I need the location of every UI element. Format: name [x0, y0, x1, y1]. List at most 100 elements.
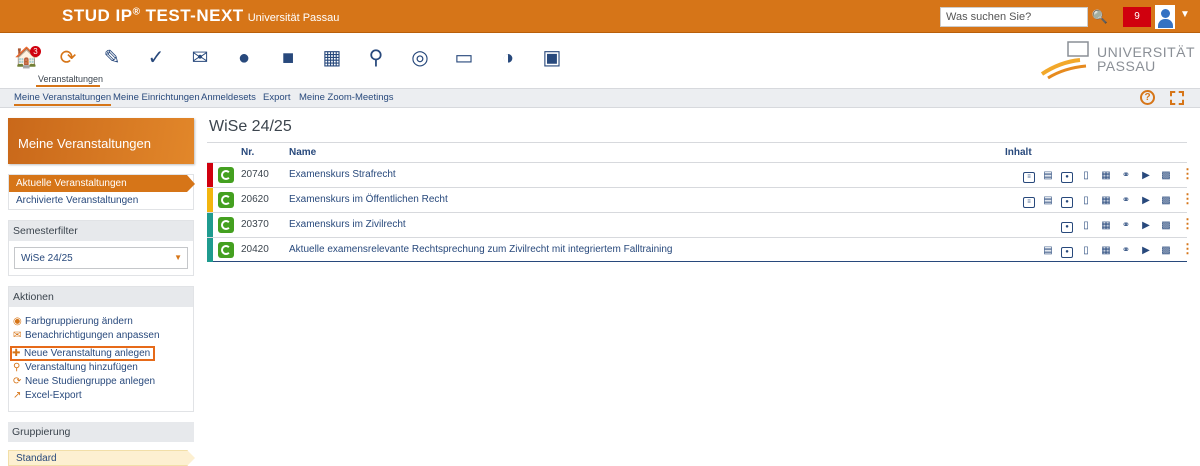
table-row: 20620 Examenskurs im Öffentlichen Recht …	[207, 187, 1194, 212]
play-icon[interactable]: ▶	[1139, 195, 1153, 207]
actions-list: ◉ Farbgruppierung ändern ✉ Benachrichtigun…	[9, 307, 193, 411]
nav-active-label[interactable]: Veranstaltungen	[38, 74, 103, 84]
avatar[interactable]	[1155, 5, 1175, 29]
course-name-link[interactable]: Examenskurs Strafrecht	[289, 169, 396, 180]
video-icon[interactable]: ▩	[1159, 195, 1173, 207]
column-name[interactable]: Name	[289, 147, 316, 158]
schedule-icon[interactable]: ▦	[1099, 245, 1113, 257]
more-options-icon[interactable]: ⋮	[1181, 217, 1194, 230]
course-number: 20370	[241, 219, 269, 230]
wiki-icon[interactable]: ⚭	[1119, 245, 1133, 257]
news-icon[interactable]: ≡	[1023, 172, 1035, 183]
files-icon[interactable]: ▯	[1079, 170, 1093, 182]
course-icon[interactable]	[218, 192, 234, 208]
course-name-link[interactable]: Examenskurs im Zivilrecht	[289, 219, 406, 230]
wiki-icon[interactable]: ⚭	[1119, 195, 1133, 207]
plus-icon: ✚	[12, 348, 21, 359]
color-group-stripe[interactable]	[207, 238, 213, 262]
course-name-link[interactable]: Aktuelle examensrelevante Rechtsprechung…	[289, 244, 673, 255]
search-button[interactable]: 🔍	[1089, 7, 1111, 27]
subnav-my-institutes[interactable]: Meine Einrichtungen	[113, 92, 200, 103]
actions-title: Aktionen	[9, 287, 193, 307]
help-icon[interactable]: ?	[1140, 90, 1155, 105]
stats-icon[interactable]: ◑	[496, 46, 520, 70]
action-label: Veranstaltung hinzufügen	[25, 362, 138, 373]
play-icon[interactable]: ▶	[1139, 220, 1153, 232]
play-icon[interactable]: ▶	[1139, 245, 1153, 257]
study-group-icon: ⟳	[13, 376, 22, 387]
action-notifications[interactable]: ✉ Benachrichtigungen anpassen	[13, 329, 193, 343]
subnav-zoom-meetings[interactable]: Meine Zoom-Meetings	[299, 92, 394, 103]
files-icon[interactable]: ▯	[1079, 195, 1093, 207]
participants-icon[interactable]: ●	[1061, 222, 1073, 233]
more-options-icon[interactable]: ⋮	[1181, 167, 1194, 180]
semester-select[interactable]: WiSe 24/25 ▼	[14, 247, 188, 269]
participants-icon[interactable]: ●	[1061, 197, 1073, 208]
course-icon[interactable]	[218, 167, 234, 183]
community-icon[interactable]: ✓	[144, 46, 168, 70]
courses-icon[interactable]: ⟳	[56, 46, 80, 70]
course-name-link[interactable]: Examenskurs im Öffentlichen Recht	[289, 194, 448, 205]
notification-counter[interactable]: 9	[1123, 7, 1151, 27]
fullscreen-icon[interactable]	[1170, 91, 1184, 105]
schedule-icon[interactable]: ✎	[100, 46, 124, 70]
grouping-standard[interactable]: Standard	[8, 450, 195, 466]
color-group-stripe[interactable]	[207, 213, 213, 237]
participants-icon[interactable]: ●	[1061, 172, 1073, 183]
global-search-input[interactable]	[940, 7, 1088, 27]
sidebar-views: Aktuelle Veranstaltungen Archivierte Ver…	[8, 174, 195, 210]
action-new-course[interactable]: ✚ Neue Veranstaltung anlegen	[10, 346, 156, 361]
course-content-icons: ≡ ▤ ● ▯ ▦ ⚭ ▶ ▩ ⋮	[1017, 167, 1194, 183]
card-icon[interactable]: ▭	[452, 46, 476, 70]
action-excel-export[interactable]: ↗ Excel-Export	[13, 389, 193, 403]
files-icon[interactable]: ▯	[1079, 220, 1093, 232]
files-icon[interactable]: ▯	[1079, 245, 1093, 257]
action-new-study-group[interactable]: ⟳ Neue Studiengruppe anlegen	[13, 375, 193, 389]
semester-filter-box: Semesterfilter WiSe 24/25 ▼	[8, 220, 194, 276]
instance-name: TEST-NEXT	[145, 6, 244, 25]
video-icon[interactable]: ▩	[1159, 220, 1173, 232]
subnav-my-courses[interactable]: Meine Veranstaltungen	[14, 92, 112, 106]
participants-icon[interactable]: ●	[1061, 247, 1073, 258]
schedule-icon[interactable]: ▦	[1099, 220, 1113, 232]
calendar-icon[interactable]: ▦	[320, 46, 344, 70]
course-icon[interactable]	[218, 242, 234, 258]
color-group-stripe[interactable]	[207, 188, 213, 212]
sub-navigation: Meine Veranstaltungen Meine Einrichtunge…	[0, 88, 1200, 108]
mail-icon[interactable]: ✉	[188, 46, 212, 70]
more-options-icon[interactable]: ⋮	[1181, 192, 1194, 205]
action-change-color-grouping[interactable]: ◉ Farbgruppierung ändern	[13, 315, 193, 329]
wiki-icon[interactable]: ⚭	[1119, 220, 1133, 232]
export-icon: ↗	[13, 390, 22, 401]
play-icon[interactable]: ▶	[1139, 170, 1153, 182]
news-icon[interactable]: ≡	[1023, 197, 1035, 208]
forum-icon[interactable]: ▤	[1041, 195, 1055, 207]
forum-icon[interactable]: ▤	[1041, 170, 1055, 182]
subnav-export[interactable]: Export	[263, 92, 290, 103]
contacts-icon[interactable]: ●	[232, 46, 256, 70]
subnav-enrolment-sets[interactable]: Anmeldesets	[201, 92, 256, 103]
sidebar: Meine Veranstaltungen Aktuelle Veranstal…	[8, 118, 195, 466]
video-icon[interactable]: ▩	[1159, 245, 1173, 257]
sidebar-item-current-courses[interactable]: Aktuelle Veranstaltungen	[9, 175, 195, 192]
forum-icon[interactable]: ▤	[1041, 245, 1055, 257]
admin-icon[interactable]: ▣	[540, 46, 564, 70]
course-icon[interactable]	[218, 217, 234, 233]
sidebar-item-archived-courses[interactable]: Archivierte Veranstaltungen	[9, 192, 193, 209]
color-group-stripe[interactable]	[207, 163, 213, 187]
schedule-icon[interactable]: ▦	[1099, 170, 1113, 182]
search-icon[interactable]: ⚲	[364, 46, 388, 70]
studip-logo[interactable]: STUD IP® TEST-NEXT Universität Passau	[62, 6, 339, 26]
action-add-course[interactable]: ⚲ Veranstaltung hinzufügen	[13, 361, 193, 375]
help-ring-icon[interactable]: ◎	[408, 46, 432, 70]
chevron-down-icon[interactable]: ▼	[1180, 9, 1190, 20]
schedule-icon[interactable]: ▦	[1099, 195, 1113, 207]
more-options-icon[interactable]: ⋮	[1181, 242, 1194, 255]
main-content: WiSe 24/25 Nr. Name Inhalt 20740 Examens…	[207, 118, 1194, 262]
profile-icon[interactable]: ■	[276, 46, 300, 70]
wiki-icon[interactable]: ⚭	[1119, 170, 1133, 182]
video-icon[interactable]: ▩	[1159, 170, 1173, 182]
action-label: Excel-Export	[25, 390, 82, 401]
column-nr[interactable]: Nr.	[241, 147, 254, 158]
table-row: 20740 Examenskurs Strafrecht ≡ ▤ ● ▯ ▦ ⚭ ▶ ▩ ⋮	[207, 162, 1194, 187]
